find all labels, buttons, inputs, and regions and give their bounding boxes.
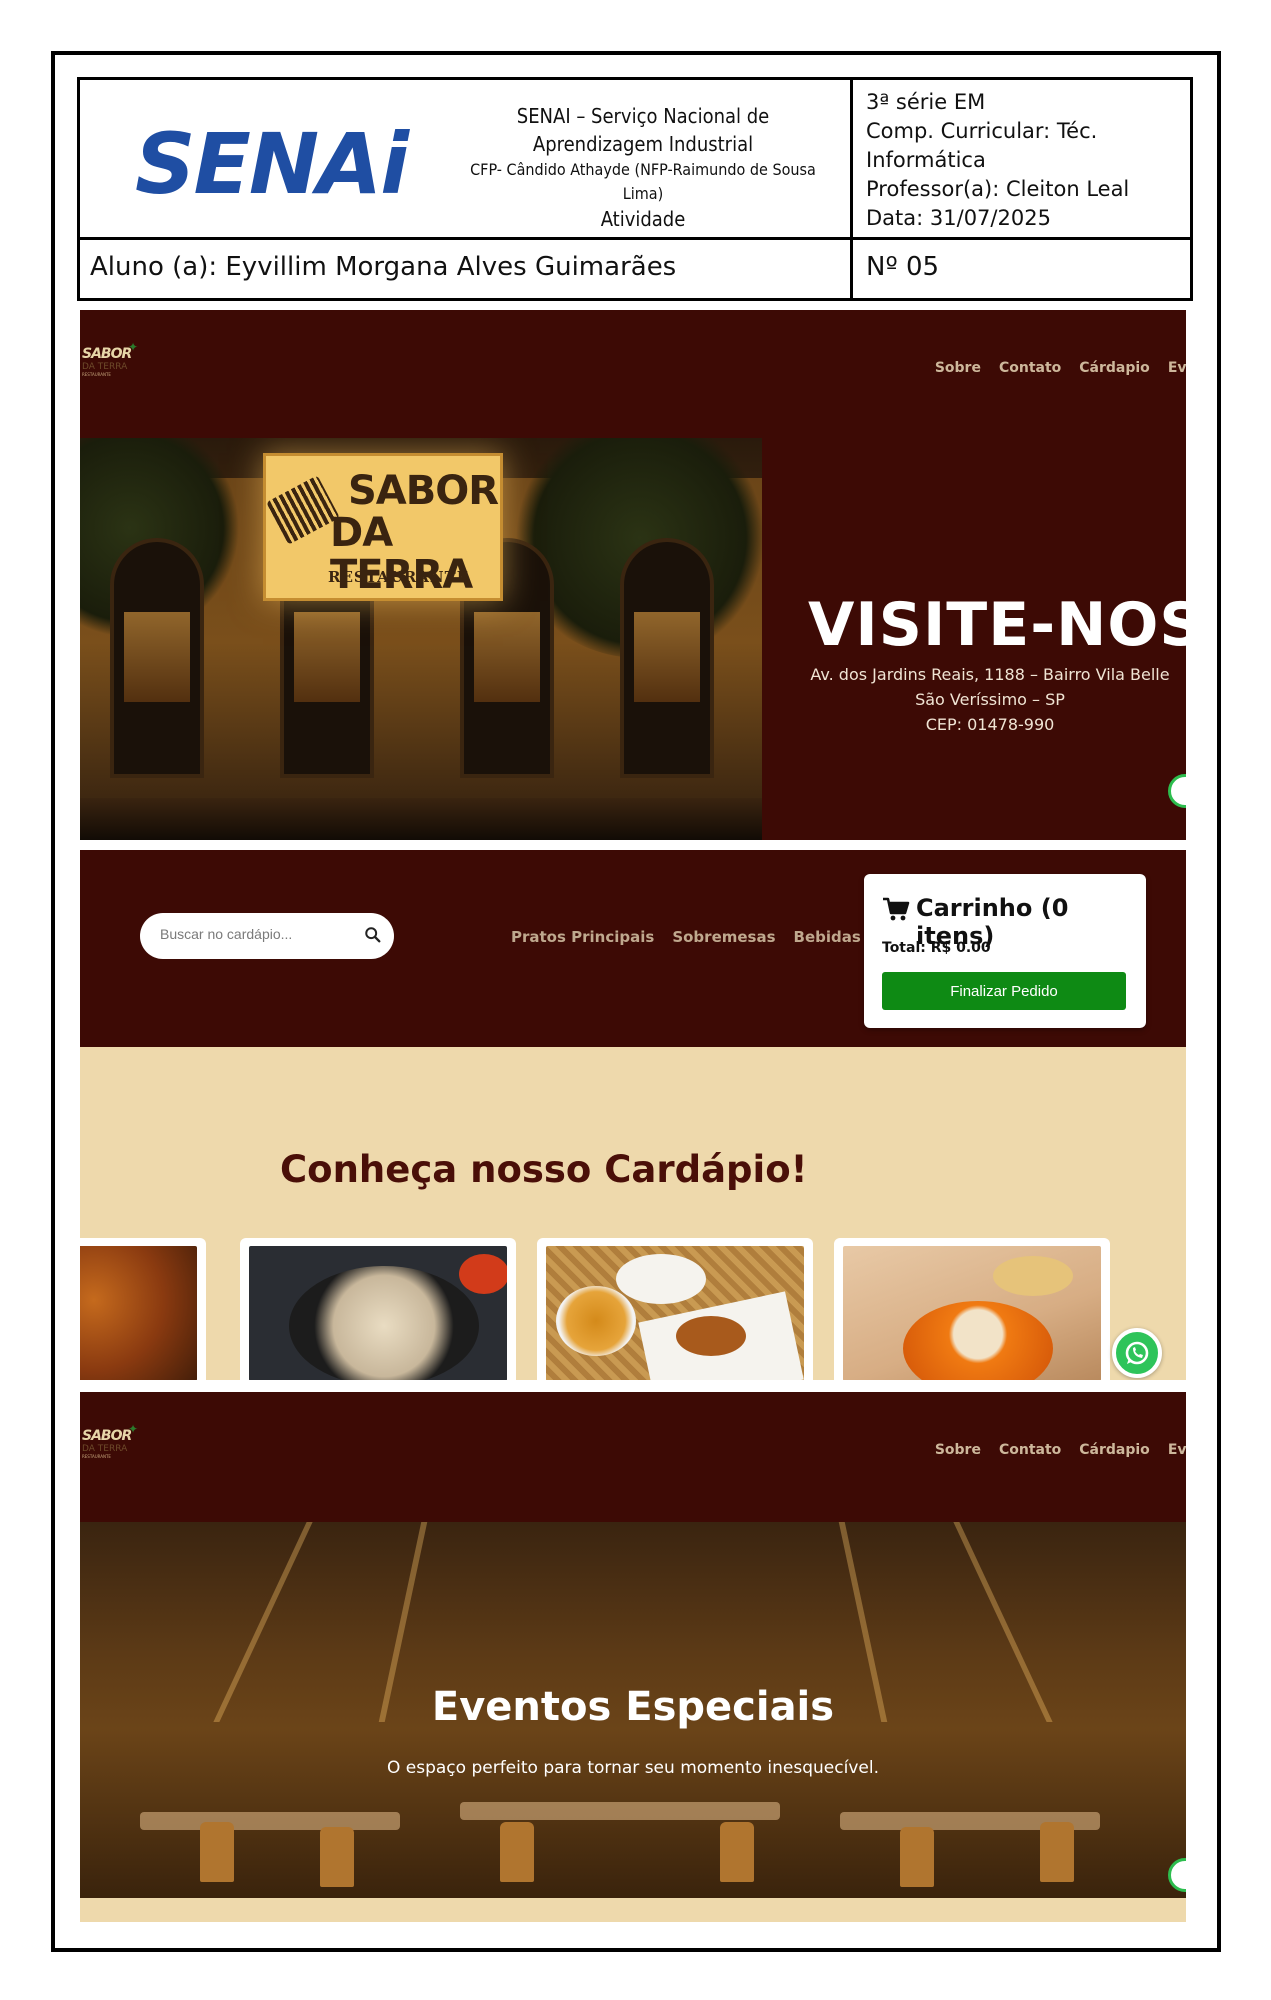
search-icon[interactable] — [364, 926, 382, 944]
brazilian-meal-image — [546, 1246, 804, 1380]
screenshot-visit: SABOR DA TERRA RESTAURANTE ✦ Sobre Conta… — [80, 310, 1186, 840]
checkout-button[interactable]: Finalizar Pedido — [882, 972, 1126, 1010]
curricular-component: Comp. Curricular: Téc. — [866, 119, 1098, 143]
screenshot-menu: Pratos Principais Sobremesas Bebidas Car… — [80, 850, 1186, 1380]
site-logo[interactable]: SABOR DA TERRA RESTAURANTE ✦ — [82, 340, 138, 390]
nav-link-sobre[interactable]: Sobre — [935, 1442, 981, 1458]
chair — [1040, 1822, 1074, 1882]
whatsapp-button[interactable] — [1112, 1328, 1162, 1378]
cart-total: Total: R$ 0.00 — [882, 940, 991, 956]
menu-card[interactable] — [834, 1238, 1110, 1380]
sign-line3: RESTAURANTE — [328, 568, 470, 586]
chair — [900, 1827, 934, 1887]
nav-link-contato[interactable]: Contato — [999, 360, 1061, 376]
events-title: Eventos Especiais — [431, 1684, 835, 1730]
category-tabs: Pratos Principais Sobremesas Bebidas — [511, 928, 861, 946]
chair — [200, 1822, 234, 1882]
chair — [720, 1822, 754, 1882]
senai-logo: SENAi — [135, 122, 409, 206]
events-hall-image: Eventos Especiais O espaço perfeito para… — [80, 1522, 1186, 1898]
student-name: Aluno (a): Eyvillim Morgana Alves Guimar… — [90, 252, 677, 282]
nav-link-eventos[interactable]: Eve — [1168, 360, 1186, 376]
nav-link-sobre[interactable]: Sobre — [935, 360, 981, 376]
rice-dish-image — [249, 1246, 507, 1380]
nav-link-cardapio[interactable]: Cárdapio — [1079, 360, 1150, 376]
sign-line1: SABOR — [348, 468, 499, 514]
menu-card[interactable] — [537, 1238, 813, 1380]
sidewalk — [80, 798, 762, 840]
accordion-icon — [266, 475, 340, 545]
address-line1: Av. dos Jardins Reais, 1188 – Bairro Vil… — [810, 665, 1170, 684]
nav-links: Sobre Contato Cárdapio Eve — [935, 360, 1186, 376]
site-navbar-events: SABOR DA TERRA RESTAURANTE ✦ Sobre Conta… — [80, 1392, 1186, 1522]
institution-info: SENAI – Serviço Nacional de Aprendizagem… — [448, 102, 838, 232]
nav-link-cardapio[interactable]: Cárdapio — [1079, 1442, 1150, 1458]
curricular-component-2: Informática — [866, 148, 986, 172]
teacher: Professor(a): Cleiton Leal — [866, 177, 1130, 201]
roast-meat-image — [80, 1246, 197, 1380]
logo-star-icon: ✦ — [128, 1422, 139, 1436]
student-number: Nº 05 — [866, 252, 940, 282]
tab-sobremesas[interactable]: Sobremesas — [672, 928, 775, 946]
site-logo-line3: RESTAURANTE — [82, 1454, 111, 1459]
activity-label: Atividade — [600, 207, 686, 231]
institution-unit-2: Lima) — [622, 184, 664, 203]
arch-window-1 — [110, 538, 204, 778]
dining-table — [140, 1812, 400, 1830]
logo-text: SENAi — [135, 115, 409, 213]
visit-title: VISITE-NOS — [808, 590, 1186, 660]
course-info: 3ª série EM Comp. Curricular: Téc. Infor… — [866, 88, 1186, 233]
site-logo-line2: DA TERRA — [82, 1444, 128, 1454]
search-input[interactable] — [160, 926, 350, 942]
address-line2: São Veríssimo – SP — [915, 690, 1065, 709]
menu-card[interactable] — [240, 1238, 516, 1380]
nav-link-contato[interactable]: Contato — [999, 1442, 1061, 1458]
tab-pratos-principais[interactable]: Pratos Principais — [511, 928, 654, 946]
institution-unit-1: CFP- Cândido Athayde (NFP-Raimundo de So… — [470, 160, 816, 179]
screenshot-events: SABOR DA TERRA RESTAURANTE ✦ Sobre Conta… — [80, 1392, 1186, 1922]
header-row-top: SENAi SENAI – Serviço Nacional de Aprend… — [80, 80, 1190, 240]
restaurant-facade-image: SABOR DA TERRA RESTAURANTE — [80, 438, 762, 840]
events-subtitle: O espaço perfeito para tornar seu moment… — [387, 1758, 879, 1778]
site-logo-line2: DA TERRA — [82, 362, 128, 372]
restaurant-sign: SABOR DA TERRA RESTAURANTE — [263, 453, 503, 601]
site-logo-line3: RESTAURANTE — [82, 372, 111, 377]
visit-address: Av. dos Jardins Reais, 1188 – Bairro Vil… — [780, 662, 1186, 737]
logo-star-icon: ✦ — [128, 340, 139, 354]
pumpkin-dish-image — [843, 1246, 1101, 1380]
menu-toolbar: Pratos Principais Sobremesas Bebidas Car… — [80, 850, 1186, 1047]
institution-name-1: SENAI – Serviço Nacional de — [516, 104, 770, 128]
whatsapp-icon[interactable] — [1168, 774, 1186, 808]
dining-table — [460, 1802, 780, 1820]
cart-panel: Carrinho (0 itens) Total: R$ 0.00 Finali… — [864, 874, 1146, 1028]
nav-link-eventos[interactable]: Eve — [1168, 1442, 1186, 1458]
institution-name-2: Aprendizagem Industrial — [532, 132, 754, 156]
address-line3: CEP: 01478-990 — [925, 715, 1055, 734]
menu-card[interactable] — [80, 1238, 206, 1380]
grade: 3ª série EM — [866, 90, 986, 114]
header-row-bottom: Aluno (a): Eyvillim Morgana Alves Guimar… — [80, 240, 1190, 298]
nav-links: Sobre Contato Cárdapio Eve — [935, 1442, 1186, 1458]
chair — [320, 1827, 354, 1887]
site-navbar: SABOR DA TERRA RESTAURANTE ✦ Sobre Conta… — [80, 310, 1186, 438]
site-logo[interactable]: SABOR DA TERRA RESTAURANTE ✦ — [82, 1422, 138, 1472]
tab-bebidas[interactable]: Bebidas — [794, 928, 861, 946]
header-divider — [850, 80, 853, 298]
cart-icon — [883, 897, 910, 921]
chair — [500, 1822, 534, 1882]
document-header: SENAi SENAI – Serviço Nacional de Aprend… — [77, 77, 1193, 301]
search-box — [140, 913, 394, 959]
arch-window-2 — [620, 538, 714, 778]
menu-heading: Conheça nosso Cardápio! — [280, 1148, 808, 1191]
date: Data: 31/07/2025 — [866, 206, 1051, 230]
whatsapp-icon — [1125, 1341, 1149, 1365]
